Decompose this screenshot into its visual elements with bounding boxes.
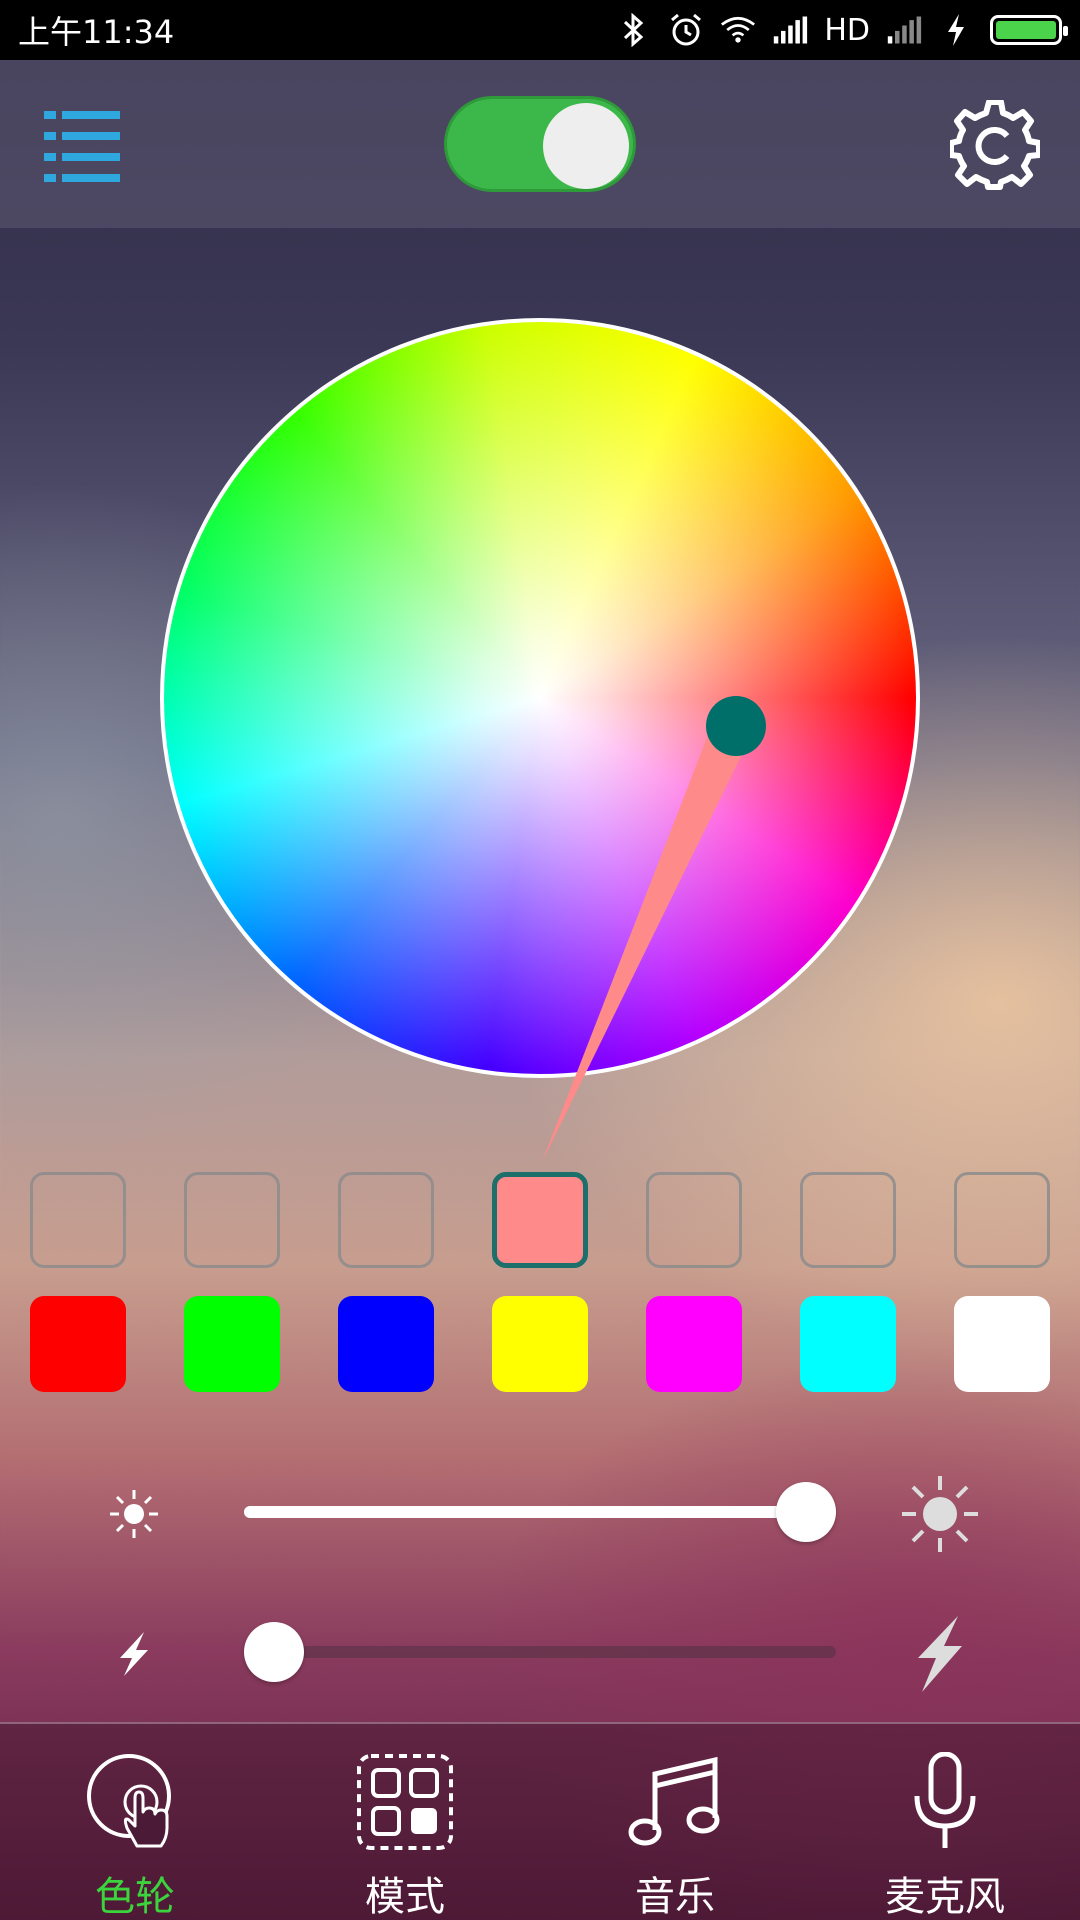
- alarm-icon: [668, 12, 704, 48]
- settings-button[interactable]: [948, 99, 1042, 190]
- custom-color-slot[interactable]: [800, 1172, 896, 1268]
- color-wheel-touch-icon: [87, 1754, 171, 1848]
- preset-color-magenta[interactable]: [646, 1296, 742, 1392]
- custom-color-slot-active[interactable]: [492, 1172, 588, 1268]
- lightning-large-icon: [918, 1616, 962, 1692]
- microphone-icon: [914, 1752, 976, 1848]
- wifi-icon: [720, 12, 756, 48]
- menu-button[interactable]: [40, 105, 124, 185]
- nav-tab-color-wheel[interactable]: 色轮: [0, 1724, 270, 1920]
- custom-color-slot[interactable]: [646, 1172, 742, 1268]
- custom-color-slot[interactable]: [30, 1172, 126, 1268]
- nav-label-mode: 模式: [365, 1874, 445, 1920]
- network-type: HD: [824, 12, 870, 48]
- sun-small-icon: [110, 1490, 158, 1538]
- status-time: 上午11:34: [18, 13, 175, 51]
- signal-icon: [772, 12, 808, 48]
- nav-label-music: 音乐: [635, 1874, 715, 1920]
- lightning-small-icon: [120, 1632, 148, 1676]
- bottom-nav: 色轮 模式 音乐 麦克风: [0, 1722, 1080, 1920]
- brightness-fill: [244, 1506, 806, 1518]
- status-bar: 上午11:34 HD: [0, 0, 1080, 60]
- status-icons: HD: [616, 12, 1068, 48]
- mode-grid-icon: [357, 1754, 453, 1850]
- preset-color-blue[interactable]: [338, 1296, 434, 1392]
- sun-large-icon: [902, 1476, 978, 1552]
- nav-tab-microphone[interactable]: 麦克风: [810, 1724, 1080, 1920]
- top-bar: [0, 60, 1080, 228]
- nav-tab-mode[interactable]: 模式: [270, 1724, 540, 1920]
- preset-color-cyan[interactable]: [800, 1296, 896, 1392]
- list-menu-icon: [44, 111, 120, 182]
- gear-icon: [948, 99, 1042, 190]
- brightness-track[interactable]: [244, 1506, 836, 1518]
- color-wheel[interactable]: [160, 318, 920, 1078]
- battery-icon: [990, 15, 1068, 45]
- preset-color-red[interactable]: [30, 1296, 126, 1392]
- nav-tab-music[interactable]: 音乐: [540, 1724, 810, 1920]
- brightness-slider-row: [0, 1462, 1080, 1562]
- bluetooth-icon: [616, 12, 652, 48]
- music-note-icon: [628, 1756, 720, 1846]
- power-toggle[interactable]: [444, 96, 636, 192]
- custom-color-slot[interactable]: [184, 1172, 280, 1268]
- preset-color-yellow[interactable]: [492, 1296, 588, 1392]
- custom-color-slot[interactable]: [338, 1172, 434, 1268]
- nav-label-microphone: 麦克风: [885, 1874, 1005, 1920]
- speed-track[interactable]: [244, 1646, 836, 1658]
- speed-slider-row: [0, 1602, 1080, 1702]
- preset-color-green[interactable]: [184, 1296, 280, 1392]
- color-wheel-area: [160, 318, 920, 1078]
- preset-color-white[interactable]: [954, 1296, 1050, 1392]
- charging-icon: [938, 12, 974, 48]
- nav-label-color-wheel: 色轮: [95, 1874, 175, 1920]
- speed-slider-thumb[interactable]: [244, 1622, 304, 1682]
- custom-color-slot[interactable]: [954, 1172, 1050, 1268]
- brightness-slider-thumb[interactable]: [776, 1482, 836, 1542]
- power-toggle-knob: [543, 103, 629, 189]
- signal-weak-icon: [886, 12, 922, 48]
- battery-level: [996, 21, 1056, 39]
